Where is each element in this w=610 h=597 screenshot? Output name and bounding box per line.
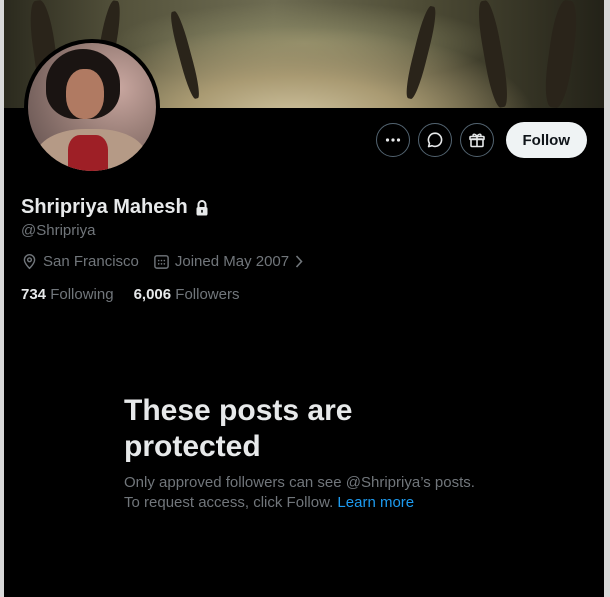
following-link[interactable]: 734 Following (21, 286, 114, 303)
protected-headline: These posts are protected (124, 393, 504, 465)
follow-button[interactable]: Follow (505, 122, 587, 158)
joined-text: Joined May 2007 (174, 253, 290, 270)
more-icon (385, 138, 400, 142)
location-pin-icon (23, 253, 36, 270)
gift-button[interactable] (459, 123, 494, 157)
followers-label: Followers (175, 286, 240, 303)
protected-desc-line1: Only approved followers can see @Shripri… (124, 474, 475, 491)
learn-more-link[interactable]: Learn more (337, 494, 414, 511)
gift-icon (468, 133, 485, 148)
protected-headline-line1: These posts are (124, 394, 353, 427)
protected-description: Only approved followers can see @Shripri… (124, 473, 504, 513)
profile-stats: 734 Following 6,006 Followers (21, 286, 259, 303)
protected-desc-line2: To request access, click Follow. (124, 494, 334, 511)
profile-page: Follow Shripriya Mahesh @Shripriya San F… (4, 0, 604, 597)
profile-name: Shripriya Mahesh (21, 196, 188, 218)
location-text: San Francisco (43, 253, 139, 270)
profile-avatar[interactable] (24, 39, 160, 175)
following-count: 734 (21, 286, 47, 303)
protected-headline-line2: protected (124, 430, 261, 463)
message-icon (427, 132, 442, 148)
lock-icon (196, 199, 208, 215)
profile-actions: Follow (375, 122, 587, 158)
following-label: Following (50, 286, 114, 303)
profile-meta: San Francisco Joined May 2007 (21, 253, 318, 270)
chevron-right-icon (296, 255, 303, 268)
protected-notice: These posts are protected Only approved … (124, 393, 504, 513)
more-button[interactable] (375, 123, 410, 157)
profile-location: San Francisco (21, 253, 139, 270)
message-button[interactable] (417, 123, 452, 157)
profile-name-row: Shripriya Mahesh (21, 196, 210, 219)
followers-link[interactable]: 6,006 Followers (134, 286, 240, 303)
followers-count: 6,006 (133, 286, 172, 303)
calendar-icon (154, 255, 169, 269)
profile-joined[interactable]: Joined May 2007 (153, 253, 304, 270)
profile-handle: @Shripriya (21, 222, 96, 239)
